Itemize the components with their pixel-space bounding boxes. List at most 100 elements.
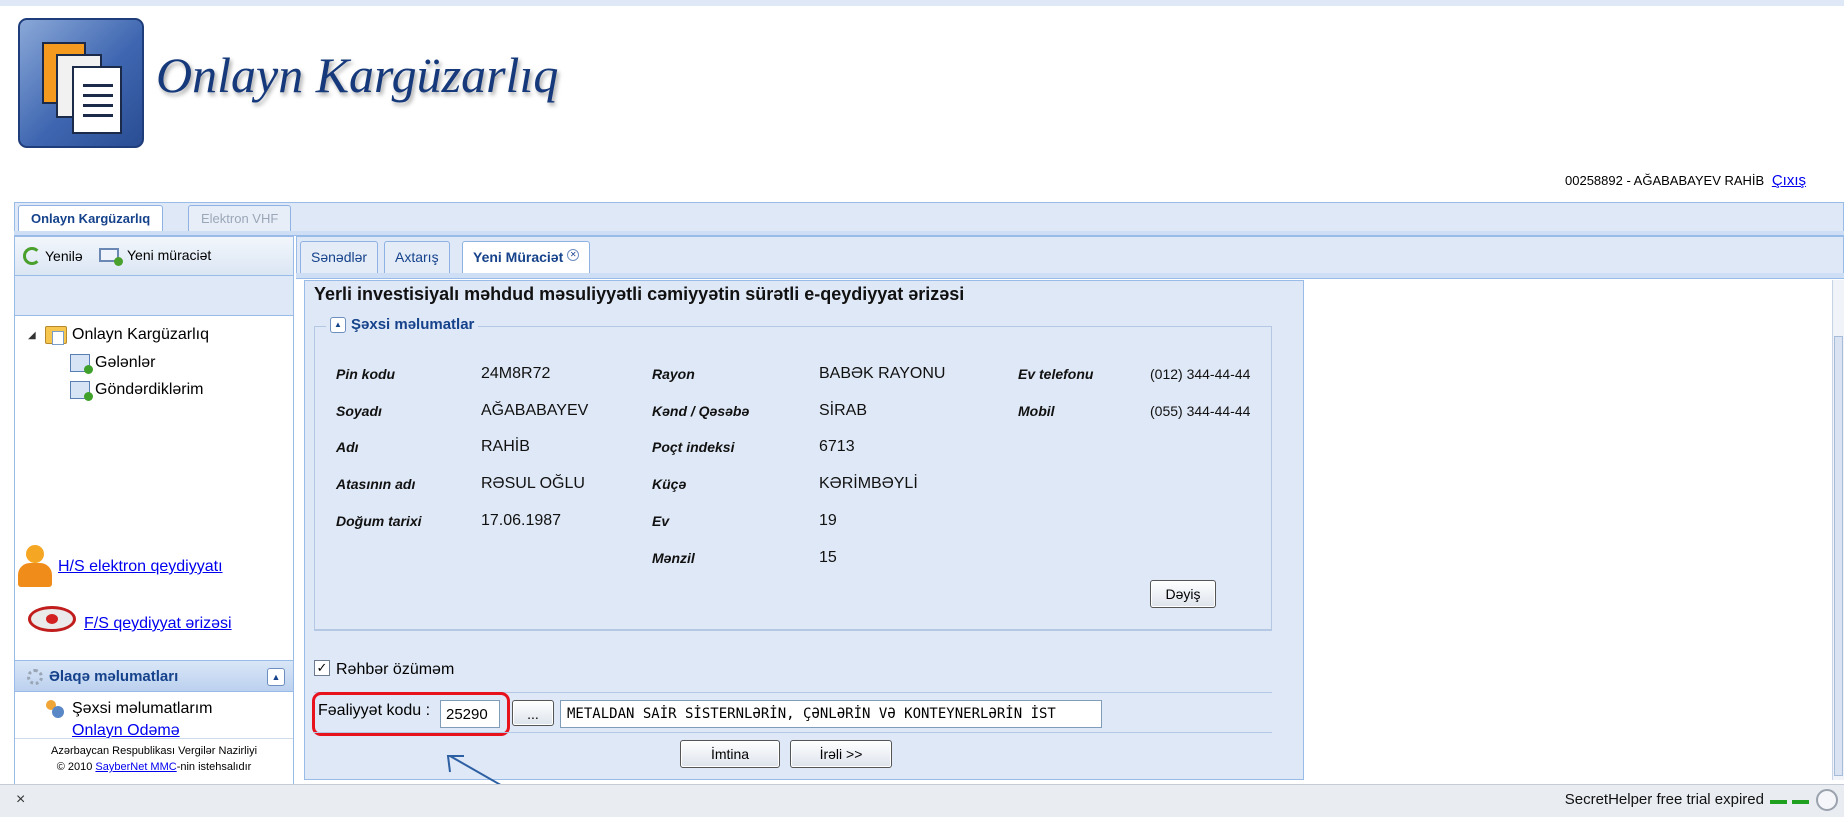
name-value: RAHİB: [481, 438, 530, 455]
manager-self-checkbox[interactable]: ✓: [314, 660, 330, 676]
home-phone-value: (012) 344-44-44: [1150, 366, 1251, 382]
tab-elektron-vhf[interactable]: Elektron VHF: [188, 205, 292, 232]
home-phone-label: Ev telefonu: [1018, 366, 1094, 382]
status-close-icon[interactable]: ×: [16, 791, 25, 809]
tab-yeni-muraciet[interactable]: Yeni Müraciət ✕: [462, 241, 591, 274]
contact-panel-title: Əlaqə məlumatları: [49, 668, 179, 685]
pin-code-label: Pin kodu: [336, 366, 396, 382]
users-icon: [46, 700, 66, 718]
status-text: SecretHelper free trial expired: [1564, 791, 1764, 808]
surname-value: AĞABABAYEV: [481, 402, 589, 419]
status-circle-icon[interactable]: [1816, 789, 1838, 811]
apartment-label: Mənzil: [652, 550, 695, 566]
region-value: BABƏK RAYONU: [819, 365, 946, 382]
app-title: Onlayn Kargüzarlıq: [156, 47, 559, 103]
divider: [314, 732, 1272, 733]
contact-item-personal-info[interactable]: Şəxsi məlumatlarım: [46, 700, 212, 718]
hs-registration-link[interactable]: H/S elektron qeydiyyatı: [58, 558, 223, 576]
left-footer: Azərbaycan Respublikası Vergilər Nazirli…: [15, 738, 293, 784]
promo-hs-registration[interactable]: H/S elektron qeydiyyatı: [16, 545, 223, 589]
tree-item-label: Göndərdiklərim: [95, 381, 204, 398]
outbox-icon: [70, 381, 93, 401]
expand-triangle-icon[interactable]: ◢: [28, 330, 40, 341]
activity-code-label: Fəaliyyət kodu :: [318, 702, 431, 719]
mail-icon: [99, 248, 123, 266]
folder-icon: [45, 326, 67, 345]
user-info: 00258892 - AĞABABAYEV RAHİB Çıxış: [1565, 172, 1806, 189]
tree-item-gelenler[interactable]: Gələnlər: [70, 354, 156, 374]
collapse-up-icon[interactable]: ▲: [330, 316, 346, 333]
document-tab-base: [296, 273, 1844, 279]
section-title: Şəxsi məlumatlar: [351, 316, 475, 333]
pin-code-value: 24M8R72: [481, 365, 551, 382]
new-request-button[interactable]: Yeni müraciət: [99, 247, 212, 266]
contact-item-online-payment[interactable]: Onlayn Ödəmə: [46, 724, 180, 738]
contact-item-label: Şəxsi məlumatlarım: [72, 700, 213, 717]
surname-label: Soyadı: [336, 403, 382, 419]
house-value: 19: [819, 512, 837, 529]
father-name-value: RƏSUL OĞLU: [481, 475, 585, 492]
activity-code-browse-button[interactable]: ...: [512, 700, 554, 726]
tree-root[interactable]: ◢ Onlayn Kargüzarlıq: [28, 326, 209, 345]
activity-code-input[interactable]: [440, 700, 500, 728]
change-button[interactable]: Dəyiş: [1150, 580, 1216, 608]
right-content-area: [1304, 280, 1832, 780]
refresh-button[interactable]: Yenilə: [23, 247, 83, 265]
apartment-value: 15: [819, 549, 837, 566]
app-logo-icon: [18, 18, 144, 148]
contact-item-label: Onlayn Ödəmə: [72, 724, 180, 738]
birth-date-label: Doğum tarixi: [336, 513, 422, 529]
vertical-scrollbar[interactable]: [1832, 280, 1844, 780]
next-button[interactable]: İrəli >>: [790, 740, 892, 768]
refresh-label: Yenilə: [45, 248, 83, 264]
village-value: SİRAB: [819, 402, 868, 419]
manager-self-label: Rəhbər özüməm: [336, 661, 455, 678]
region-label: Rayon: [652, 366, 695, 382]
footer-line-1: Azərbaycan Respublikası Vergilər Nazirli…: [50, 745, 258, 757]
mobile-value: (055) 344-44-44: [1150, 403, 1251, 419]
inbox-icon: [70, 354, 93, 374]
tree-root-label: Onlayn Kargüzarlıq: [72, 326, 209, 343]
father-name-label: Atasının adı: [336, 476, 416, 492]
top-border: [0, 0, 1844, 6]
tab-axtaris[interactable]: Axtarış: [384, 241, 450, 274]
new-request-label: Yeni müraciət: [127, 247, 212, 263]
street-label: Küçə: [652, 476, 687, 492]
divider: [314, 630, 1272, 631]
sayber-net-link[interactable]: SayberNet MMC: [95, 761, 176, 773]
mobile-label: Mobil: [1018, 403, 1055, 419]
postal-code-value: 6713: [819, 438, 855, 455]
name-label: Adı: [336, 439, 359, 455]
person-icon: [16, 545, 54, 589]
footer-line-2: © 2010 SayberNet MMC-nin istehsalıdır: [56, 761, 252, 773]
refresh-icon: [23, 247, 41, 265]
tab-label: Yeni Müraciət: [473, 249, 564, 265]
personal-info-legend[interactable]: ▲ Şəxsi məlumatlar: [326, 316, 479, 333]
stamp-icon: [22, 604, 80, 644]
collapse-up-icon[interactable]: ▲: [267, 668, 285, 686]
status-indicator-icon: [1770, 800, 1810, 804]
tree-item-gonderdiklerim[interactable]: Göndərdiklərim: [70, 381, 204, 401]
contact-panel-header[interactable]: Əlaqə məlumatları ▲: [15, 660, 293, 692]
promo-fs-application[interactable]: F/S qeydiyyat ərizəsi: [22, 604, 232, 644]
house-label: Ev: [652, 513, 670, 529]
scrollbar-thumb[interactable]: [1834, 336, 1843, 776]
personal-info-fieldset: [314, 326, 1272, 630]
tab-onlayn-karguzarliq[interactable]: Onlayn Kargüzarlıq: [18, 205, 164, 232]
fs-application-link[interactable]: F/S qeydiyyat ərizəsi: [84, 615, 232, 633]
birth-date-value: 17.06.1987: [481, 512, 562, 529]
left-toolbar: Yenilə Yeni müraciət: [14, 236, 294, 276]
logout-link[interactable]: Çıxış: [1772, 172, 1806, 189]
gear-icon: [27, 669, 43, 685]
form-title: Yerli investisiyalı məhdud məsuliyyətli …: [314, 284, 965, 304]
left-panel-spacer: [15, 276, 293, 316]
street-value: KƏRİMBƏYLİ: [819, 475, 918, 492]
postal-code-label: Poçt indeksi: [652, 439, 735, 455]
close-icon[interactable]: ✕: [567, 249, 580, 261]
user-id-name: 00258892 - AĞABABAYEV RAHİB: [1565, 173, 1765, 188]
tab-senedler[interactable]: Sənədlər: [300, 241, 379, 274]
activity-description-field[interactable]: METALDAN SAİR SİSTERNLƏRİN, ÇƏNLƏRİN VƏ …: [560, 700, 1102, 728]
cancel-button[interactable]: İmtina: [680, 740, 780, 768]
tree-item-label: Gələnlər: [95, 354, 156, 371]
village-label: Kənd / Qəsəbə: [652, 403, 750, 419]
